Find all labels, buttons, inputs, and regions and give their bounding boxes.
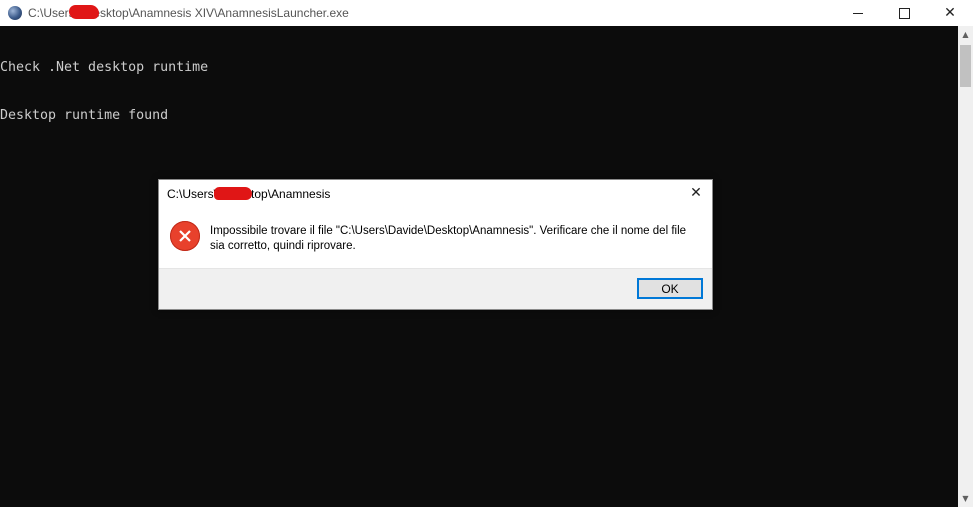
error-dialog: C:\Users\ \Desktop\Anamnesis ✕ Impossibi… [158, 179, 713, 310]
maximize-icon [898, 7, 910, 19]
maximize-button[interactable] [881, 0, 927, 26]
ok-button[interactable]: OK [637, 278, 703, 299]
message-line: sia corretto, quindi riprovare. [210, 240, 356, 252]
console-line: Desktop runtime found [0, 108, 169, 123]
window-title: C:\Users\ \Desktop\Anamnesis XIV\Anamnes… [28, 5, 349, 20]
dialog-message: Impossibile trovare il file "C:\Users\Da… [210, 224, 710, 254]
vertical-scrollbar[interactable]: ▲ ▼ [958, 26, 973, 507]
minimize-button[interactable] [835, 0, 881, 26]
close-icon: ✕ [690, 185, 702, 201]
redaction-mark [69, 5, 99, 19]
window-titlebar[interactable]: C:\Users\ \Desktop\Anamnesis XIV\Anamnes… [0, 0, 973, 26]
console-line: Check .Net desktop runtime [0, 60, 209, 75]
close-button[interactable]: ✕ [927, 0, 973, 26]
window-controls: ✕ [835, 0, 973, 26]
scroll-down-icon[interactable]: ▼ [958, 490, 973, 507]
scroll-up-icon[interactable]: ▲ [958, 26, 973, 43]
redaction-mark [214, 187, 252, 200]
error-icon [170, 221, 200, 251]
dialog-close-button[interactable]: ✕ [686, 183, 706, 203]
message-line: Impossibile trovare il file "C:\Users\Da… [210, 225, 687, 237]
scroll-thumb[interactable] [960, 45, 971, 87]
close-icon: ✕ [944, 5, 956, 21]
dialog-title: C:\Users\ \Desktop\Anamnesis [167, 187, 331, 201]
minimize-icon [853, 12, 863, 14]
dialog-footer: OK [159, 268, 712, 309]
console-app-icon [8, 6, 22, 20]
